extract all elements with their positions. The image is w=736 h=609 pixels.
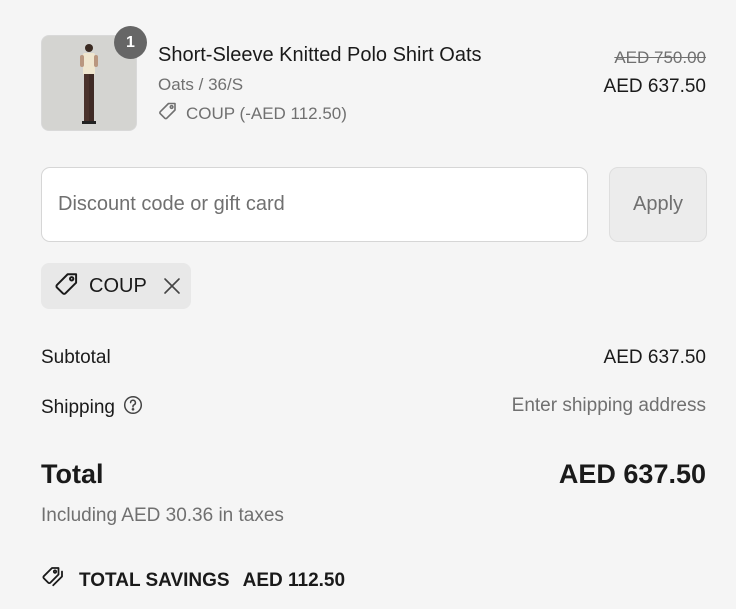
product-discount-label: COUP (-AED 112.50) <box>186 103 347 123</box>
question-circle-icon[interactable] <box>123 395 143 421</box>
taxes-note: Including AED 30.36 in taxes <box>41 505 284 526</box>
product-discount: COUP (-AED 112.50) <box>158 101 347 126</box>
original-price: AED 750.00 <box>614 48 706 67</box>
quantity-badge: 1 <box>114 26 147 59</box>
total-value: AED 637.50 <box>558 459 706 489</box>
savings-label: TOTAL SAVINGS <box>79 570 230 591</box>
discount-code-input[interactable] <box>41 167 588 242</box>
total-savings: TOTAL SAVINGS AED 112.50 <box>41 566 345 596</box>
shipping-label: Shipping <box>41 397 115 418</box>
shipping-value: Enter shipping address <box>511 395 706 416</box>
shipping-row: Shipping <box>41 395 143 421</box>
applied-code-label: COUP <box>89 274 147 297</box>
apply-button[interactable]: Apply <box>609 167 707 242</box>
tag-icon <box>54 271 80 302</box>
product-price: AED 637.50 <box>603 76 706 97</box>
subtotal-value: AED 637.50 <box>603 347 706 368</box>
total-label: Total <box>41 459 104 489</box>
product-title: Short-Sleeve Knitted Polo Shirt Oats <box>158 44 482 66</box>
close-icon[interactable] <box>162 276 182 296</box>
subtotal-label: Subtotal <box>41 347 111 368</box>
tags-icon <box>41 566 68 596</box>
tag-icon <box>158 101 178 126</box>
applied-discount-chip: COUP <box>41 263 191 309</box>
product-variant: Oats / 36/S <box>158 75 244 94</box>
savings-value: AED 112.50 <box>242 570 346 591</box>
